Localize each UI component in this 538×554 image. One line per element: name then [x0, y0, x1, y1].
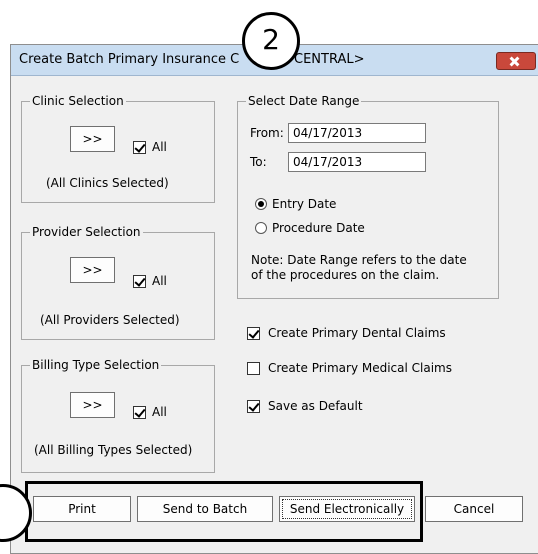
billing-type-all-checkbox[interactable]	[133, 406, 146, 419]
callout-number-2: 2	[262, 23, 280, 56]
dental-claims-checkbox[interactable]	[247, 327, 260, 340]
provider-status-text: (All Providers Selected)	[40, 313, 180, 327]
window-title: Create Batch Primary Insurance C	[19, 52, 240, 67]
date-note-line2: of the procedures on the claim.	[251, 268, 440, 282]
clinic-selection-group: Clinic Selection >> All (All Clinics Sel…	[21, 94, 215, 203]
procedure-date-radio[interactable]	[255, 222, 267, 234]
create-batch-dialog: Create Batch Primary Insurance C CENTRAL…	[10, 44, 538, 554]
dental-claims-label: Create Primary Dental Claims	[268, 326, 446, 340]
medical-claims-checkbox[interactable]	[247, 362, 260, 375]
cancel-button[interactable]: Cancel	[425, 496, 523, 522]
clinic-all-label: All	[152, 140, 167, 154]
close-icon[interactable]	[496, 52, 536, 70]
to-date-input[interactable]: 04/17/2013	[288, 152, 426, 172]
billing-type-all-label: All	[152, 405, 167, 419]
entry-date-radio[interactable]	[255, 198, 267, 210]
procedure-date-label: Procedure Date	[272, 221, 365, 235]
date-range-group: Select Date Range From: 04/17/2013 To: 0…	[237, 94, 499, 299]
clinic-status-text: (All Clinics Selected)	[46, 176, 169, 190]
provider-selection-title: Provider Selection	[30, 225, 143, 239]
from-date-input[interactable]: 04/17/2013	[288, 123, 426, 143]
to-label: To:	[250, 155, 267, 169]
save-default-checkbox[interactable]	[247, 400, 260, 413]
from-label: From:	[250, 126, 284, 140]
clinic-select-button[interactable]: >>	[70, 126, 115, 152]
provider-all-checkbox[interactable]	[133, 275, 146, 288]
callout-bracket-box	[25, 481, 423, 542]
window-title-suffix: CENTRAL>	[294, 52, 365, 67]
clinic-all-checkbox[interactable]	[133, 141, 146, 154]
provider-all-label: All	[152, 274, 167, 288]
medical-claims-label: Create Primary Medical Claims	[268, 361, 453, 375]
billing-type-select-button[interactable]: >>	[70, 392, 115, 418]
entry-date-label: Entry Date	[272, 197, 337, 211]
provider-select-button[interactable]: >>	[70, 257, 115, 283]
billing-type-selection-group: Billing Type Selection >> All (All Billi…	[21, 358, 215, 473]
billing-type-status-text: (All Billing Types Selected)	[34, 443, 193, 457]
provider-selection-group: Provider Selection >> All (All Providers…	[21, 225, 215, 340]
date-range-title: Select Date Range	[246, 94, 362, 108]
save-default-label: Save as Default	[268, 399, 363, 413]
date-note-line1: Note: Date Range refers to the date	[251, 253, 467, 267]
callout-circle-2: 2	[242, 12, 300, 70]
clinic-selection-title: Clinic Selection	[30, 94, 126, 108]
billing-type-selection-title: Billing Type Selection	[30, 358, 162, 372]
